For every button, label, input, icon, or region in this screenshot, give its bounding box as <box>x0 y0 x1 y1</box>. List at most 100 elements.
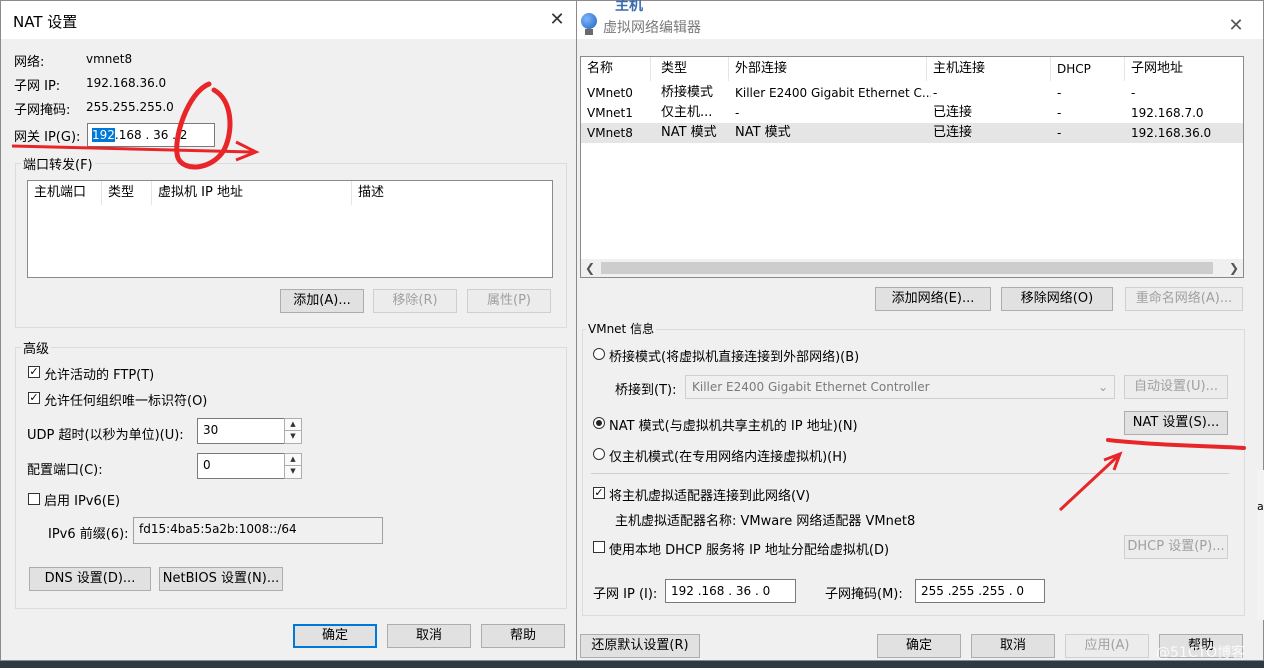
table-cell: NAT 模式 <box>735 125 791 140</box>
dhcp-settings-button[interactable]: DHCP 设置(P)... <box>1124 535 1228 559</box>
host-only-label: 仅主机模式(在专用网络内连接虚拟机)(H) <box>609 450 848 465</box>
rename-network-button[interactable]: 重命名网络(A)... <box>1125 287 1243 311</box>
chevron-down-icon: ⌄ <box>1097 380 1108 394</box>
config-port-input[interactable]: 0 <box>197 453 285 479</box>
ipv6-prefix-input[interactable]: fd15:4ba5:5a2b:1008::/64 <box>133 517 383 544</box>
table-cell: 仅主机... <box>661 105 713 120</box>
enable-ipv6-checkbox[interactable] <box>28 493 40 505</box>
column-header-vm-ip[interactable]: 虚拟机 IP 地址 <box>152 181 352 205</box>
vne-titlebar[interactable]: 虚拟网络编辑器 主机 ✕ <box>577 0 1263 39</box>
remove-network-button[interactable]: 移除网络(O) <box>1001 287 1113 311</box>
column-header-name[interactable]: 名称 <box>581 57 651 81</box>
table-cell: VMnet8 <box>587 126 633 140</box>
virtual-network-editor-window: 虚拟网络编辑器 主机 ✕ 名称 类型 外部连接 主机连接 DHCP 子网地址 V… <box>577 0 1264 661</box>
udp-timeout-input[interactable]: 30 <box>197 418 285 444</box>
adapter-name-text: 主机虚拟适配器名称: VMware 网络适配器 VMnet8 <box>615 514 916 529</box>
spin-up-icon[interactable]: ▲ <box>285 454 301 466</box>
subnet-mask-input[interactable]: 255 .255 .255 . 0 <box>915 579 1045 603</box>
column-header-host-connection[interactable]: 主机连接 <box>927 57 1051 81</box>
allow-ftp-label: 允许活动的 FTP(T) <box>44 368 155 383</box>
bridge-mode-radio[interactable] <box>593 348 605 360</box>
background-window-text: ax <box>1257 500 1264 513</box>
udp-timeout-stepper[interactable]: ▲ ▼ <box>284 418 302 444</box>
column-header-dhcp[interactable]: DHCP <box>1051 57 1125 81</box>
dns-settings-button[interactable]: DNS 设置(D)... <box>29 567 151 591</box>
config-port-label: 配置端口(C): <box>27 463 103 478</box>
horizontal-scrollbar[interactable]: ❮ ❯ <box>581 259 1243 277</box>
use-dhcp-checkbox[interactable] <box>593 541 605 553</box>
table-row[interactable]: VMnet0 桥接模式 Killer E2400 Gigabit Etherne… <box>581 83 1243 103</box>
nat-settings-button[interactable]: NAT 设置(S)... <box>1124 411 1228 435</box>
port-forwarding-title: 端口转发(F) <box>21 154 95 173</box>
ok-button[interactable]: 确定 <box>293 624 377 648</box>
table-cell: VMnet0 <box>587 86 633 100</box>
subnet-ip-input[interactable]: 192 .168 . 36 . 0 <box>665 579 796 603</box>
ok-button[interactable]: 确定 <box>877 634 961 658</box>
divider <box>591 473 1229 474</box>
auto-settings-button[interactable]: 自动设置(U)... <box>1124 375 1228 399</box>
column-header-description[interactable]: 描述 <box>352 181 552 205</box>
table-row-selected[interactable]: VMnet8 NAT 模式 NAT 模式 已连接 - 192.168.36.0 <box>581 123 1243 143</box>
bridge-mode-label: 桥接模式(将虚拟机直接连接到外部网络)(B) <box>609 350 860 365</box>
column-header-subnet[interactable]: 子网地址 <box>1125 57 1243 81</box>
column-header-external[interactable]: 外部连接 <box>729 57 927 81</box>
nat-settings-dialog: NAT 设置 ✕ 网络: vmnet8 子网 IP: 192.168.36.0 … <box>0 0 577 661</box>
close-icon[interactable]: ✕ <box>1225 15 1247 37</box>
netbios-settings-button[interactable]: NetBIOS 设置(N)... <box>159 567 283 591</box>
subnet-ip-label: 子网 IP: <box>14 79 61 94</box>
column-header-type[interactable]: 类型 <box>655 57 729 81</box>
host-only-radio[interactable] <box>593 448 605 460</box>
background-window-strip: ax <box>1257 470 1264 620</box>
background-window-fragment: 主机 <box>615 0 643 14</box>
table-cell: - <box>1131 86 1136 100</box>
allow-ftp-checkbox[interactable]: ✓ <box>28 366 40 378</box>
port-forwarding-list[interactable]: 主机端口 类型 虚拟机 IP 地址 描述 <box>27 180 553 278</box>
ipv6-prefix-label: IPv6 前缀(6): <box>48 527 129 542</box>
remove-port-button[interactable]: 移除(R) <box>373 289 457 313</box>
table-row[interactable]: VMnet1 仅主机... - 已连接 - 192.168.7.0 <box>581 103 1243 123</box>
spin-down-icon[interactable]: ▼ <box>285 466 301 478</box>
add-port-button[interactable]: 添加(A)... <box>280 289 364 313</box>
use-dhcp-label: 使用本地 DHCP 服务将 IP 地址分配给虚拟机(D) <box>609 543 890 558</box>
scroll-left-icon[interactable]: ❮ <box>581 259 599 277</box>
networks-table[interactable]: 名称 类型 外部连接 主机连接 DHCP 子网地址 VMnet0 桥接模式 Ki… <box>580 56 1244 278</box>
table-cell: 192.168.7.0 <box>1131 106 1204 120</box>
properties-button[interactable]: 属性(P) <box>467 289 551 313</box>
cancel-button[interactable]: 取消 <box>971 634 1055 658</box>
spin-down-icon[interactable]: ▼ <box>285 431 301 443</box>
table-cell: - <box>1057 86 1062 100</box>
table-cell: 192.168.36.0 <box>1131 126 1212 140</box>
bridge-to-label: 桥接到(T): <box>615 383 677 398</box>
scrollbar-thumb[interactable] <box>601 262 1213 274</box>
column-header-host-port[interactable]: 主机端口 <box>28 181 102 205</box>
network-globe-icon <box>581 13 597 29</box>
watermark: @51CTO博客 <box>1156 645 1246 661</box>
nat-mode-radio[interactable] <box>593 417 605 429</box>
help-button[interactable]: 帮助 <box>481 624 565 648</box>
gateway-ip-input[interactable]: 192.168 . 36 . 2 <box>87 123 215 147</box>
apply-button[interactable]: 应用(A) <box>1065 634 1149 658</box>
advanced-title: 高级 <box>21 338 52 357</box>
table-cell: - <box>735 106 740 120</box>
network-label: 网络: <box>14 55 45 70</box>
nat-dialog-titlebar[interactable]: NAT 设置 ✕ <box>1 1 576 39</box>
config-port-stepper[interactable]: ▲ ▼ <box>284 453 302 479</box>
table-cell: - <box>1057 126 1062 140</box>
restore-defaults-button[interactable]: 还原默认设置(R) <box>580 634 700 658</box>
table-cell: VMnet1 <box>587 106 633 120</box>
gateway-label: 网关 IP(G): <box>14 130 81 145</box>
cancel-button[interactable]: 取消 <box>387 624 471 648</box>
table-cell: 已连接 <box>933 125 973 140</box>
vmnet-info-title: VMnet 信息 <box>586 320 657 337</box>
scroll-right-icon[interactable]: ❯ <box>1225 259 1243 277</box>
bridge-to-select[interactable]: Killer E2400 Gigabit Ethernet Controller… <box>685 375 1115 399</box>
spin-up-icon[interactable]: ▲ <box>285 419 301 431</box>
allow-orgid-checkbox[interactable]: ✓ <box>28 392 40 404</box>
add-network-button[interactable]: 添加网络(E)... <box>875 287 991 311</box>
column-header-type[interactable]: 类型 <box>102 181 152 205</box>
connect-adapter-checkbox[interactable]: ✓ <box>593 487 605 499</box>
network-stand-icon <box>585 29 593 35</box>
udp-timeout-label: UDP 超时(以秒为单位)(U): <box>27 428 184 443</box>
subnet-ip-value: 192.168.36.0 <box>86 76 167 90</box>
close-icon[interactable]: ✕ <box>546 9 568 31</box>
